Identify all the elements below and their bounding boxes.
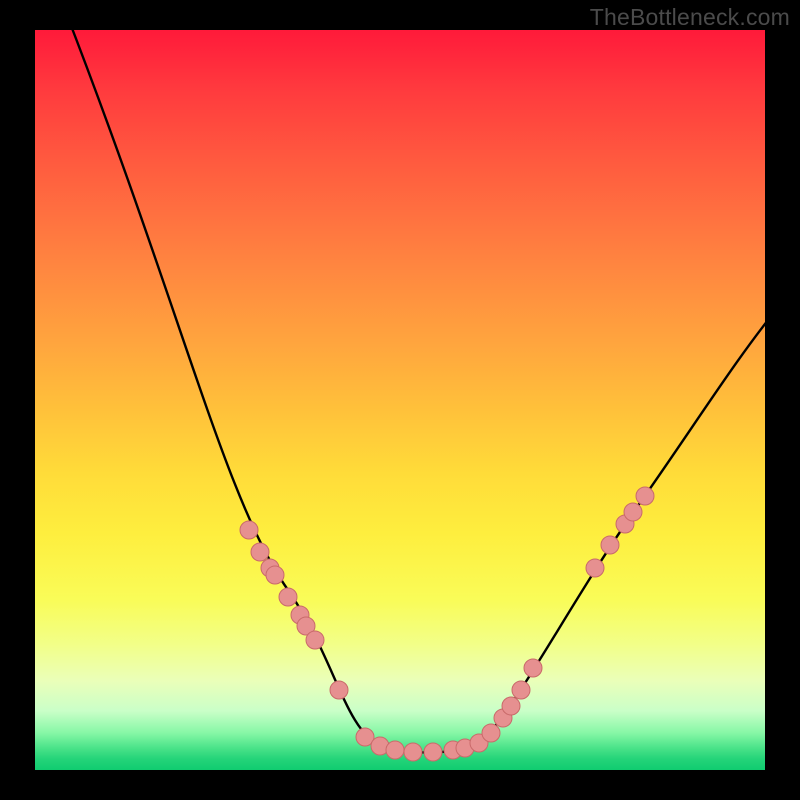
data-marker bbox=[624, 503, 642, 521]
data-marker bbox=[386, 741, 404, 759]
chart-frame: TheBottleneck.com bbox=[0, 0, 800, 800]
data-marker bbox=[502, 697, 520, 715]
data-marker bbox=[601, 536, 619, 554]
bottleneck-curve bbox=[65, 10, 780, 753]
data-marker bbox=[240, 521, 258, 539]
data-marker bbox=[482, 724, 500, 742]
data-marker bbox=[524, 659, 542, 677]
marker-group bbox=[240, 487, 654, 761]
data-marker bbox=[636, 487, 654, 505]
data-marker bbox=[330, 681, 348, 699]
data-marker bbox=[404, 743, 422, 761]
data-marker bbox=[586, 559, 604, 577]
data-marker bbox=[306, 631, 324, 649]
data-marker bbox=[279, 588, 297, 606]
plot-area bbox=[35, 30, 765, 770]
data-marker bbox=[512, 681, 530, 699]
watermark-text: TheBottleneck.com bbox=[590, 4, 790, 31]
chart-svg bbox=[35, 30, 765, 770]
data-marker bbox=[251, 543, 269, 561]
data-marker bbox=[424, 743, 442, 761]
data-marker bbox=[266, 566, 284, 584]
